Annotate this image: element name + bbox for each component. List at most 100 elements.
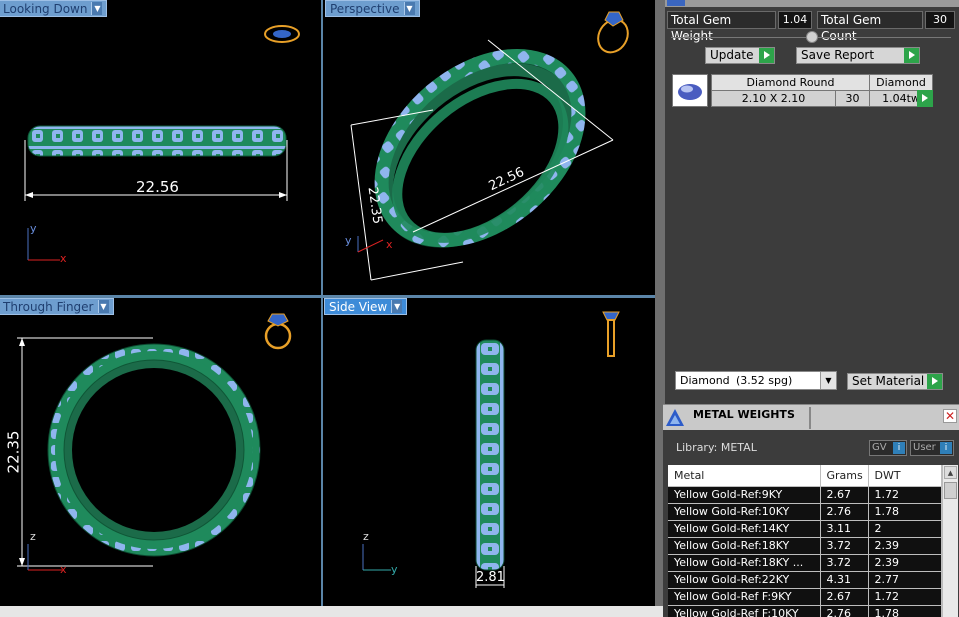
- metal-grams: 3.72: [820, 554, 869, 572]
- vertical-splitter[interactable]: [321, 0, 323, 608]
- metal-name: Yellow Gold-Ref:18KY ...: [668, 554, 821, 572]
- metal-name: Yellow Gold-Ref:22KY: [668, 571, 821, 589]
- total-gem-count-label: Total Gem Count: [817, 11, 923, 43]
- gv-toggle[interactable]: GV i: [869, 440, 907, 456]
- info-icon: i: [893, 442, 905, 454]
- metal-grams: 2.67: [820, 588, 869, 606]
- metal-dwt: 1.78: [868, 503, 942, 521]
- ring-icon-side: [602, 311, 620, 357]
- horizontal-splitter[interactable]: [0, 295, 655, 298]
- svg-text:y: y: [30, 222, 37, 235]
- viewport-perspective[interactable]: y x Perspective ▼ 22.56 22.35: [323, 0, 655, 295]
- set-material-button-label: Set Material: [852, 374, 925, 388]
- bottom-status-strip: [0, 606, 665, 617]
- metal-name: Yellow Gold-Ref F:10KY: [668, 605, 821, 617]
- dimension-label: 22.56: [136, 178, 179, 196]
- gem-list: Diamond Round Diamond 2.10 X 2.10 30 1.0…: [671, 69, 955, 365]
- viewport-side-view[interactable]: z y Side View ▼ 2.81: [323, 298, 655, 608]
- metal-weights-table[interactable]: Metal Grams DWT Yellow Gold-Ref:9KY 2.67 1…: [668, 465, 958, 617]
- table-row[interactable]: Yellow Gold-Ref F:10KY 2.76 1.78: [668, 605, 942, 617]
- ring-perspective-view: y x: [345, 11, 629, 281]
- ring-side-view: z y: [362, 311, 620, 588]
- dropdown-icon[interactable]: ▼: [403, 2, 415, 15]
- svg-text:x: x: [60, 252, 67, 265]
- metal-weights-title: METAL WEIGHTS: [693, 408, 795, 421]
- set-material-button[interactable]: Set Material: [847, 373, 943, 390]
- metal-name: Yellow Gold-Ref:9KY: [668, 486, 821, 504]
- ring-icon-top: [264, 25, 300, 43]
- table-row[interactable]: Yellow Gold-Ref:18KY ... 3.72 2.39: [668, 554, 942, 572]
- info-icon: i: [940, 442, 952, 454]
- ring-top-view: y x: [24, 25, 300, 265]
- gem-row-action-button[interactable]: [917, 90, 933, 107]
- gem-row[interactable]: Diamond Round Diamond 2.10 X 2.10 30 1.0…: [711, 74, 933, 107]
- table-row[interactable]: Yellow Gold-Ref F:9KY 2.67 1.72: [668, 588, 942, 606]
- panel-top-bar: [665, 0, 959, 7]
- scroll-up-icon[interactable]: ▲: [944, 466, 957, 479]
- user-toggle[interactable]: User i: [910, 440, 954, 456]
- ring-icon-front: [264, 313, 292, 350]
- viewport-label-through-finger[interactable]: Through Finger ▼: [0, 298, 114, 315]
- table-row[interactable]: Yellow Gold-Ref:10KY 2.76 1.78: [668, 503, 942, 521]
- scroll-thumb[interactable]: [944, 482, 957, 499]
- gem-shape: Diamond Round: [711, 74, 870, 91]
- svg-text:y: y: [391, 563, 398, 576]
- metal-grams: 3.72: [820, 537, 869, 555]
- table-row[interactable]: Yellow Gold-Ref:14KY 3.11 2: [668, 520, 942, 538]
- metal-dwt: 1.72: [868, 588, 942, 606]
- user-label: User: [913, 442, 936, 453]
- metal-name: Yellow Gold-Ref:10KY: [668, 503, 821, 521]
- material-select[interactable]: Diamond (3.52 spg) ▼: [675, 371, 837, 390]
- play-icon: [904, 48, 919, 63]
- dimension-label: 2.81: [476, 570, 505, 585]
- dropdown-icon[interactable]: ▼: [91, 2, 103, 15]
- viewport-label-perspective[interactable]: Perspective ▼: [325, 0, 420, 17]
- viewport-label-text: Through Finger: [3, 299, 94, 314]
- update-button-label: Update: [710, 48, 754, 62]
- header-divider: [809, 407, 811, 429]
- viewport-label-looking-down[interactable]: Looking Down ▼: [0, 0, 108, 17]
- dimension-label: 22.35: [4, 430, 23, 474]
- material-spg: (3.52 spg): [736, 374, 793, 387]
- metal-dwt: 2: [868, 520, 942, 538]
- total-gem-count-value: 30: [925, 11, 955, 29]
- metal-grams: 2.76: [820, 503, 869, 521]
- close-icon[interactable]: ✕: [943, 409, 957, 423]
- metal-name: Yellow Gold-Ref F:9KY: [668, 588, 821, 606]
- viewport-through-finger[interactable]: z x Through Finger ▼ 22.35: [0, 298, 321, 608]
- play-icon: [759, 48, 774, 63]
- metal-dwt: 2.39: [868, 554, 942, 572]
- metal-grams: 2.76: [820, 605, 869, 617]
- metal-dwt: 1.72: [868, 486, 942, 504]
- table-row[interactable]: Yellow Gold-Ref:22KY 4.31 2.77: [668, 571, 942, 589]
- collapse-handle-icon[interactable]: [806, 31, 818, 43]
- metal-weights-header: METAL WEIGHTS ✕: [663, 404, 959, 430]
- chevron-down-icon[interactable]: ▼: [820, 372, 836, 389]
- table-row[interactable]: Yellow Gold-Ref:9KY 2.67 1.72: [668, 486, 942, 504]
- total-gem-weight-value: 1.04: [778, 11, 812, 29]
- svg-text:z: z: [363, 530, 369, 543]
- save-report-button[interactable]: Save Report: [796, 47, 920, 64]
- metal-grams: 2.67: [820, 486, 869, 504]
- ring-front-view: z x: [17, 313, 292, 576]
- viewport-label-side-view[interactable]: Side View ▼: [324, 298, 408, 315]
- column-header-grams[interactable]: Grams: [820, 465, 869, 487]
- dropdown-icon[interactable]: ▼: [97, 300, 109, 313]
- column-header-metal[interactable]: Metal: [668, 465, 821, 487]
- gem-thumbnail[interactable]: [672, 74, 708, 107]
- svg-text:y: y: [345, 234, 352, 247]
- update-button[interactable]: Update: [705, 47, 775, 64]
- viewport-label-text: Side View: [329, 299, 388, 314]
- column-header-dwt[interactable]: DWT: [868, 465, 942, 487]
- dropdown-icon[interactable]: ▼: [391, 300, 403, 313]
- vertical-scrollbar[interactable]: ▲: [942, 465, 958, 617]
- metal-name: Yellow Gold-Ref:14KY: [668, 520, 821, 538]
- play-icon: [927, 374, 942, 389]
- viewport-looking-down[interactable]: y x Looking Down ▼ 22.56: [0, 0, 321, 295]
- gv-label: GV: [872, 442, 887, 453]
- table-row[interactable]: Yellow Gold-Ref:18KY 3.72 2.39: [668, 537, 942, 555]
- total-gem-weight-label: Total Gem Weight: [667, 11, 776, 43]
- metal-grams: 3.11: [820, 520, 869, 538]
- panel-tab-icon[interactable]: [667, 0, 685, 6]
- metal-dwt: 2.39: [868, 537, 942, 555]
